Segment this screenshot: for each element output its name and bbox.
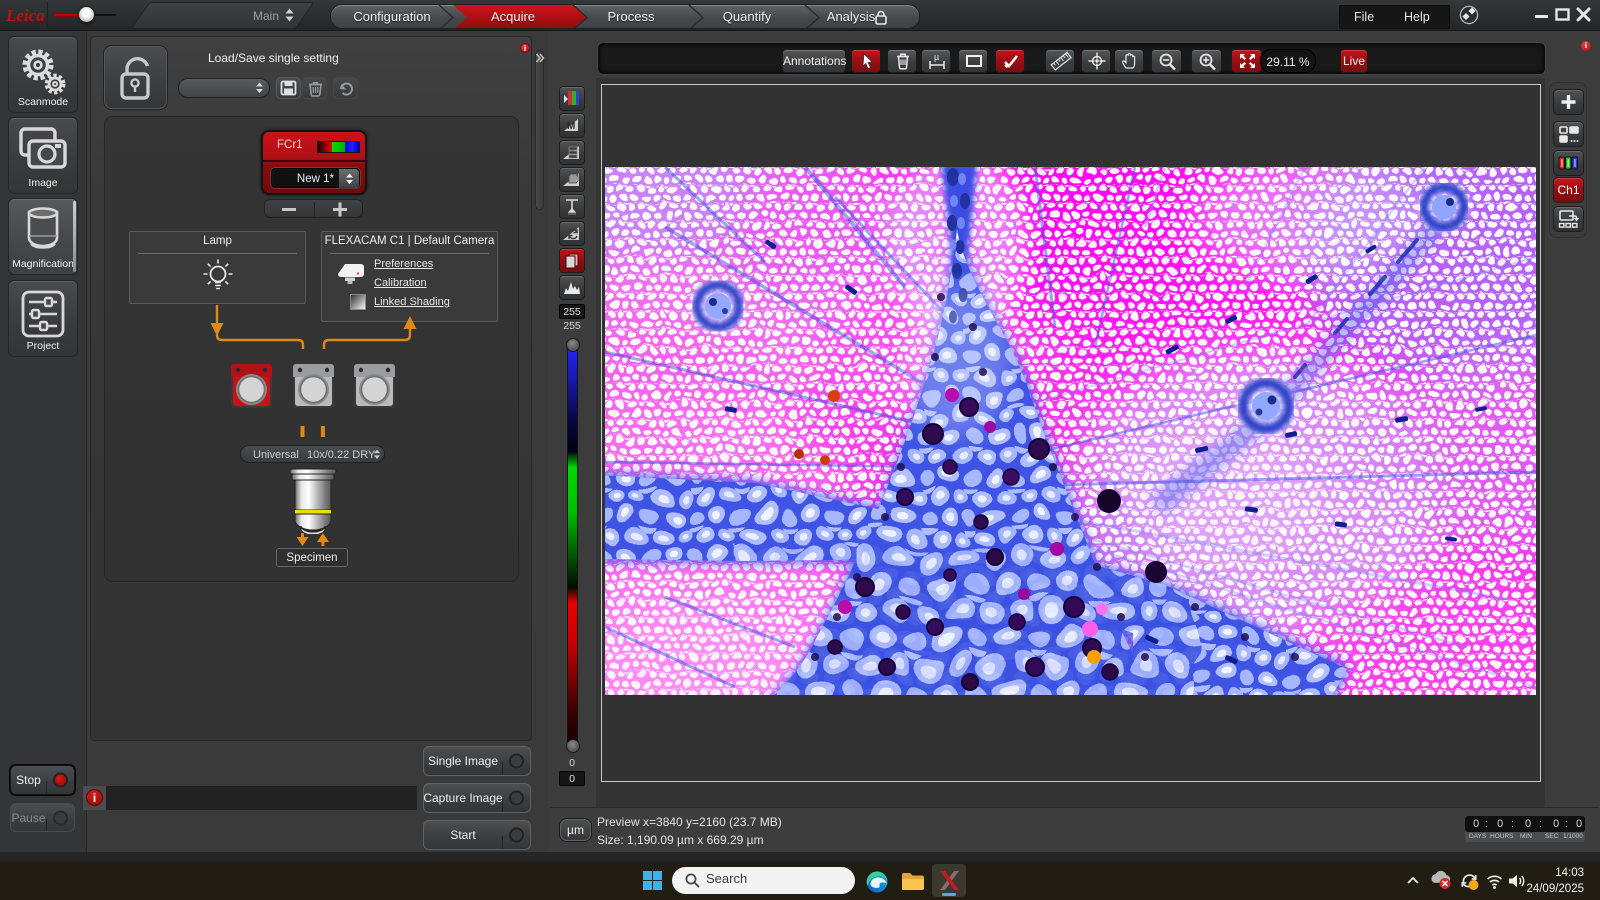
svg-text:µ: µ — [934, 52, 939, 62]
svg-text:Leica: Leica — [5, 6, 45, 25]
svg-text:M: M — [567, 121, 575, 132]
